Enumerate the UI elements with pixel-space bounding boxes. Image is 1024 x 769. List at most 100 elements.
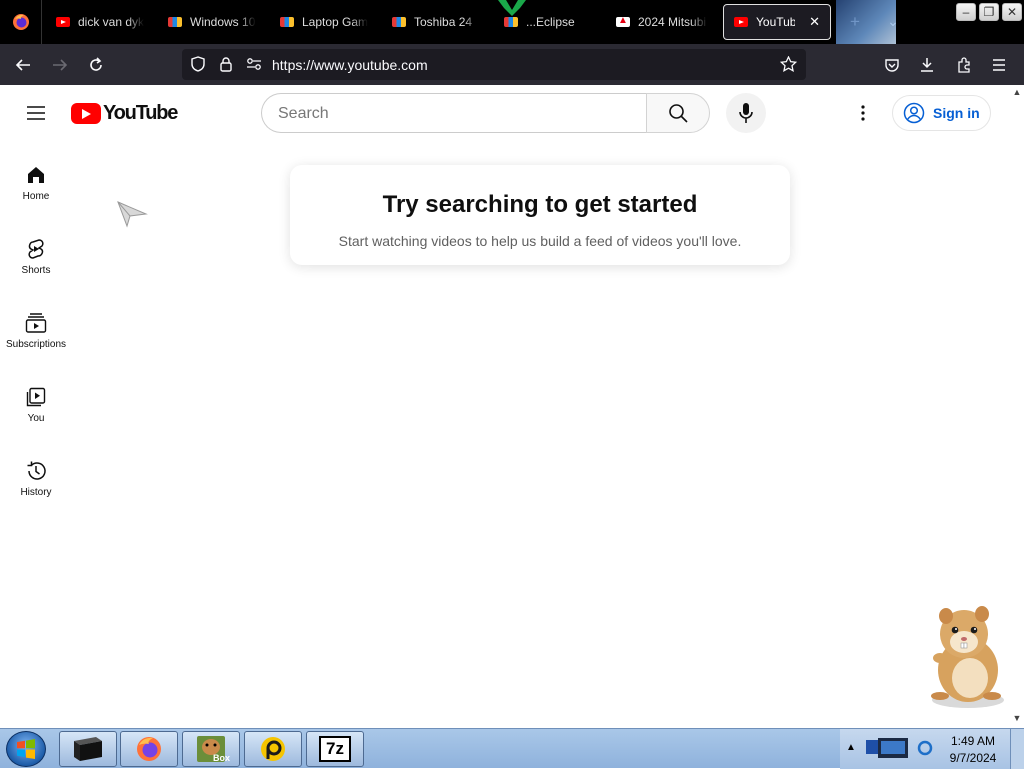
- sidebar-item-you[interactable]: You: [0, 381, 72, 451]
- mitsubishi-favicon-icon: [616, 15, 630, 27]
- browser-tab[interactable]: dick van dyke: [46, 4, 154, 40]
- browser-tab[interactable]: Windows 10: [158, 4, 266, 40]
- permissions-icon[interactable]: [246, 57, 262, 71]
- scroll-down-arrow-icon[interactable]: ▼: [1012, 713, 1022, 723]
- minimize-window-button[interactable]: –: [956, 3, 976, 21]
- tab-title: Toshiba 24: [414, 15, 473, 29]
- microphone-icon: [739, 103, 753, 123]
- voice-search-button[interactable]: [726, 93, 766, 133]
- colorbars-favicon-icon: [168, 17, 182, 27]
- sandbox-label: Box: [213, 753, 231, 763]
- taskbar-file-explorer[interactable]: [59, 731, 117, 767]
- browser-tab-active[interactable]: YouTube ✕: [723, 4, 831, 40]
- lock-icon[interactable]: [219, 56, 233, 72]
- bookmark-star-icon[interactable]: [780, 56, 797, 73]
- search-button[interactable]: [646, 93, 710, 133]
- account-circle-icon: [903, 102, 925, 124]
- colorbars-favicon-icon: [280, 17, 294, 27]
- mouse-cursor-icon: [117, 201, 148, 228]
- 7zip-label: 7z: [326, 739, 344, 758]
- sidebar-item-subscriptions[interactable]: Subscriptions: [0, 307, 72, 377]
- firefox-menu-button[interactable]: [0, 0, 42, 44]
- windows-logo-icon: [17, 739, 35, 759]
- settings-more-button[interactable]: [850, 100, 876, 126]
- network-monitor-icon[interactable]: [864, 736, 912, 762]
- taskbar-sandbox[interactable]: Box: [182, 731, 240, 767]
- hamburger-menu-icon[interactable]: [986, 52, 1012, 78]
- sidebar-item-label: Home: [22, 191, 50, 202]
- restore-window-button[interactable]: ❐: [979, 3, 999, 21]
- sidebar-item-home[interactable]: Home: [0, 159, 72, 229]
- pocket-icon[interactable]: [879, 52, 905, 78]
- youtube-favicon-icon: [734, 17, 748, 27]
- start-button[interactable]: [6, 731, 46, 767]
- guide-menu-button[interactable]: [23, 100, 49, 126]
- tab-title: YouTube: [756, 15, 795, 29]
- shorts-icon: [24, 237, 48, 261]
- sidebar-item-label: You: [27, 413, 45, 424]
- you-icon: [24, 385, 48, 409]
- youtube-logo[interactable]: YouTube: [71, 102, 178, 125]
- hamburger-menu-icon: [27, 106, 45, 120]
- subscriptions-icon: [24, 311, 48, 335]
- reload-icon[interactable]: [83, 52, 109, 78]
- 7zip-icon: 7z: [319, 736, 351, 762]
- page-scrollbar[interactable]: ▲ ▼: [1010, 85, 1024, 728]
- wallpaper-fragment: [836, 0, 896, 44]
- windows-taskbar: Box 7z ▲ 1:49 AM 9/7/2024: [0, 728, 1024, 769]
- tab-title: Windows 10: [190, 15, 256, 29]
- history-icon: [24, 459, 48, 483]
- browser-tab[interactable]: Toshiba 24: [382, 4, 490, 40]
- sidebar-item-shorts[interactable]: Shorts: [0, 233, 72, 303]
- empty-feed-title: Try searching to get started: [382, 191, 698, 218]
- tab-title: dick van dyke: [78, 15, 144, 29]
- taskbar-app[interactable]: [244, 731, 302, 767]
- colorbars-favicon-icon: [392, 17, 406, 27]
- sign-in-button[interactable]: Sign in: [892, 95, 991, 131]
- youtube-favicon-icon: [56, 17, 70, 27]
- sign-in-label: Sign in: [933, 105, 980, 121]
- clock-date: 9/7/2024: [949, 751, 997, 765]
- ie-tray-icon[interactable]: [916, 739, 934, 757]
- sidebar-item-label: Shorts: [21, 265, 51, 276]
- tab-title: 2024 Mitsubi: [638, 15, 707, 29]
- sidebar-item-label: Subscriptions: [5, 339, 67, 350]
- colorbars-favicon-icon: [504, 17, 518, 27]
- firefox-icon: [12, 14, 29, 30]
- close-window-button[interactable]: ✕: [1002, 3, 1022, 21]
- taskbar-firefox[interactable]: [120, 731, 178, 767]
- file-explorer-icon: [74, 737, 102, 761]
- tab-title: Laptop Gami: [302, 15, 368, 29]
- downloads-icon[interactable]: [914, 52, 940, 78]
- forward-arrow-icon[interactable]: [47, 52, 73, 78]
- youtube-wordmark: YouTube: [103, 102, 178, 124]
- show-desktop-button[interactable]: [1010, 729, 1024, 769]
- sidebar-item-label: History: [20, 487, 52, 498]
- extensions-icon[interactable]: [951, 52, 977, 78]
- home-icon: [24, 163, 48, 187]
- url-bar[interactable]: https://www.youtube.com: [182, 49, 806, 80]
- sidebar-item-history[interactable]: History: [0, 455, 72, 525]
- show-hidden-icons-arrow-icon[interactable]: ▲: [846, 742, 856, 753]
- url-text[interactable]: https://www.youtube.com: [272, 57, 428, 73]
- empty-feed-subtitle: Start watching videos to help us build a…: [338, 233, 742, 249]
- tab-title: ...Eclipse: [526, 15, 575, 29]
- taskbar-7zip[interactable]: 7z: [306, 731, 364, 767]
- browser-tab[interactable]: Laptop Gami: [270, 4, 378, 40]
- decorative-graphic-icon: [498, 0, 526, 16]
- search-input[interactable]: Search: [261, 93, 648, 133]
- scroll-up-arrow-icon[interactable]: ▲: [1012, 87, 1022, 97]
- youtube-play-icon: [71, 103, 101, 124]
- firefox-icon: [137, 737, 161, 761]
- desktop-pet-hamster-icon: [931, 606, 1004, 708]
- tracking-shield-icon[interactable]: [190, 56, 206, 72]
- taskbar-clock[interactable]: 1:49 AM 9/7/2024: [940, 733, 1006, 767]
- browser-tab[interactable]: 2024 Mitsubi: [606, 4, 718, 40]
- browser-navigation-bar: https://www.youtube.com: [0, 44, 1024, 85]
- more-vertical-icon: [861, 105, 865, 121]
- empty-feed-card: Try searching to get started Start watch…: [290, 165, 790, 265]
- youtube-page: YouTube Search Sign in Home Shorts Subsc…: [0, 85, 1010, 728]
- close-tab-icon[interactable]: ✕: [809, 14, 820, 30]
- search-placeholder: Search: [278, 105, 329, 122]
- back-arrow-icon[interactable]: [10, 52, 36, 78]
